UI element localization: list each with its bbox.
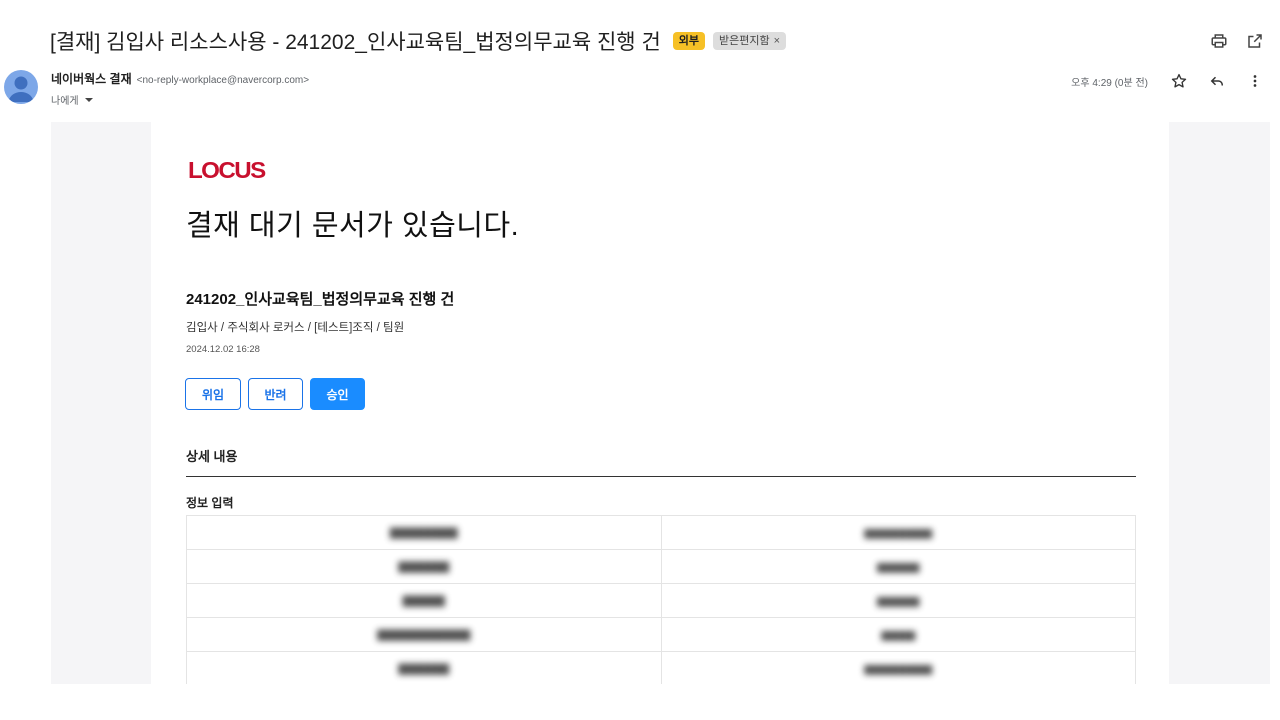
chevron-down-icon (84, 97, 93, 102)
recipient-toggle[interactable]: 나에게 (51, 92, 309, 107)
table-row: ▇▇▇▇▇▇▇▇ ▆▆▆▆▆▆▆▆ (186, 515, 1136, 550)
blurred-cell: ▆▆▆▆▆▆▆▆ (864, 527, 933, 539)
blurred-cell: ▇▇▇▇▇▇ (398, 663, 450, 675)
recipient-label: 나에게 (51, 96, 79, 107)
top-actions (1208, 30, 1266, 52)
subject-row: [결재] 김입사 리소스사용 - 241202_인사교육팀_법정의무교육 진행 … (50, 26, 787, 56)
sender-email: <no-reply-workplace@navercorp.com> (136, 75, 310, 86)
approve-button[interactable]: 승인 (310, 378, 365, 410)
document-title: 241202_인사교육팀_법정의무교육 진행 건 (186, 291, 455, 308)
subsection-title: 정보 입력 (186, 496, 234, 510)
blurred-cell: ▇▇▇▇▇▇▇▇▇▇▇ (377, 629, 471, 641)
document-date: 2024.12.02 16:28 (186, 344, 260, 355)
approval-card: LOCUS 결재 대기 문서가 있습니다. 241202_인사교육팀_법정의무교… (151, 122, 1169, 684)
email-body: LOCUS 결재 대기 문서가 있습니다. 241202_인사교육팀_법정의무교… (51, 122, 1270, 684)
inbox-label-text: 받은편지함 (719, 35, 770, 47)
table-row: ▇▇▇▇▇ ▆▆▆▆▆ (186, 583, 1136, 618)
headline: 결재 대기 문서가 있습니다. (186, 210, 520, 242)
reject-button[interactable]: 반려 (248, 378, 303, 410)
blurred-cell: ▇▇▇▇▇ (402, 595, 445, 607)
bottom-strip (0, 684, 1280, 720)
external-badge: 외부 (672, 32, 706, 50)
delegate-button[interactable]: 위임 (185, 378, 241, 410)
sender-name[interactable]: 네이버웍스 결재 (51, 70, 132, 87)
more-vertical-icon[interactable] (1244, 70, 1266, 92)
table-row: ▇▇▇▇▇▇ ▆▆▆▆▆▆▆▆ (186, 651, 1136, 684)
blurred-cell: ▇▇▇▇▇▇ (398, 561, 450, 573)
blurred-cell: ▆▆▆▆ (881, 629, 916, 641)
table-row: ▇▇▇▇▇▇▇▇▇▇▇ ▆▆▆▆ (186, 617, 1136, 652)
sender-block: 네이버웍스 결재 <no-reply-workplace@navercorp.c… (51, 70, 309, 107)
star-icon[interactable] (1168, 70, 1190, 92)
blurred-cell: ▆▆▆▆▆ (877, 595, 920, 607)
message-meta: 오후 4:29 (0분 전) (1071, 70, 1266, 92)
table-row: ▇▇▇▇▇▇ ▆▆▆▆▆ (186, 549, 1136, 584)
printer-icon[interactable] (1208, 30, 1230, 52)
open-in-new-window-icon[interactable] (1244, 30, 1266, 52)
remove-label-icon[interactable]: × (774, 34, 780, 48)
timestamp: 오후 4:29 (0분 전) (1071, 77, 1148, 89)
reply-icon[interactable] (1206, 70, 1228, 92)
inbox-label[interactable]: 받은편지함 × (713, 32, 787, 50)
section-title: 상세 내용 (186, 449, 238, 464)
blurred-cell: ▆▆▆▆▆ (877, 561, 920, 573)
blurred-cell: ▆▆▆▆▆▆▆▆ (864, 663, 933, 675)
section-divider (186, 476, 1136, 477)
person-avatar-icon (4, 70, 38, 104)
approval-actions: 위임 반려 승인 (185, 378, 365, 410)
drafter-info: 김입사 / 주식회사 로커스 / [테스트]조직 / 팀원 (186, 322, 405, 334)
locus-logo: LOCUS (188, 157, 266, 183)
blurred-cell: ▇▇▇▇▇▇▇▇ (389, 527, 458, 539)
email-subject: [결재] 김입사 리소스사용 - 241202_인사교육팀_법정의무교육 진행 … (50, 31, 661, 54)
info-table: ▇▇▇▇▇▇▇▇ ▆▆▆▆▆▆▆▆ ▇▇▇▇▇▇ ▆▆▆▆▆ ▇▇▇▇▇ ▆▆▆… (186, 515, 1136, 684)
